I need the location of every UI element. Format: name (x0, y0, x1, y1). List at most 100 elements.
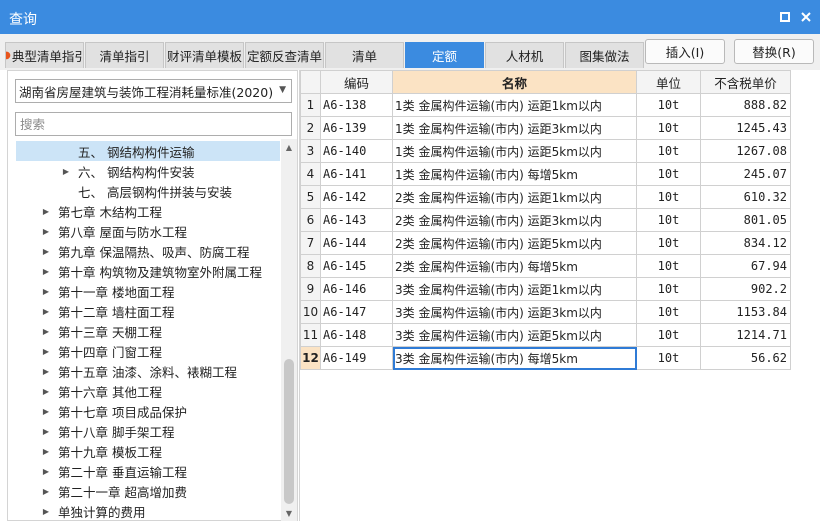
cell-unit[interactable]: 10t (636, 93, 701, 117)
cell-price[interactable]: 834.12 (700, 231, 791, 255)
cell-name[interactable]: 1类 金属构件运输(市内) 运距5km以内 (392, 139, 637, 163)
table-row[interactable]: 4 A6-141 1类 金属构件运输(市内) 每增5km 10t 245.07 (300, 162, 791, 186)
tree-item[interactable]: ▶ 第十九章 模板工程 (16, 441, 280, 461)
standard-select[interactable]: 湖南省房屋建筑与装饰工程消耗量标准(2020) ▼ (15, 79, 292, 103)
cell-unit[interactable]: 10t (636, 162, 701, 186)
chevron-right-icon[interactable]: ▶ (40, 247, 52, 256)
chevron-right-icon[interactable]: ▶ (40, 447, 52, 456)
cell-unit[interactable]: 10t (636, 323, 701, 347)
cell-name[interactable]: 3类 金属构件运输(市内) 运距3km以内 (392, 300, 637, 324)
cell-price[interactable]: 1267.08 (700, 139, 791, 163)
cell-price[interactable]: 801.05 (700, 208, 791, 232)
chevron-right-icon[interactable]: ▶ (40, 367, 52, 376)
table-row[interactable]: 9 A6-146 3类 金属构件运输(市内) 运距1km以内 10t 902.2 (300, 277, 791, 301)
replace-button[interactable]: 替换(R) (734, 39, 814, 64)
cell-name[interactable]: 1类 金属构件运输(市内) 运距3km以内 (392, 116, 637, 140)
chevron-right-icon[interactable]: ▶ (40, 307, 52, 316)
tree-item[interactable]: ▶ 第七章 木结构工程 (16, 201, 280, 221)
cell-name[interactable]: 2类 金属构件运输(市内) 每增5km (392, 254, 637, 278)
cell-name[interactable]: 2类 金属构件运输(市内) 运距1km以内 (392, 185, 637, 209)
row-number[interactable]: 12 (300, 346, 321, 370)
tab-review-template[interactable]: 财评清单模板 (165, 42, 244, 68)
table-row[interactable]: 1 A6-138 1类 金属构件运输(市内) 运距1km以内 10t 888.82 (300, 93, 791, 117)
cell-price[interactable]: 902.2 (700, 277, 791, 301)
cell-unit[interactable]: 10t (636, 185, 701, 209)
cell-code[interactable]: A6-142 (320, 185, 393, 209)
column-header-code[interactable]: 编码 (320, 70, 393, 94)
tree-item[interactable]: ▶ 第十四章 门窗工程 (16, 341, 280, 361)
cell-price[interactable]: 56.62 (700, 346, 791, 370)
column-header-name[interactable]: 名称 (392, 70, 637, 94)
cell-price[interactable]: 610.32 (700, 185, 791, 209)
tree-item[interactable]: ▶ 六、 钢结构构件安装 (16, 161, 280, 181)
cell-price[interactable]: 1214.71 (700, 323, 791, 347)
cell-unit[interactable]: 10t (636, 254, 701, 278)
table-row[interactable]: 5 A6-142 2类 金属构件运输(市内) 运距1km以内 10t 610.32 (300, 185, 791, 209)
row-number[interactable]: 8 (300, 254, 321, 278)
cell-unit[interactable]: 10t (636, 208, 701, 232)
scroll-up-icon[interactable]: ▲ (281, 139, 297, 155)
cell-name[interactable]: 3类 金属构件运输(市内) 运距1km以内 (392, 277, 637, 301)
cell-unit[interactable]: 10t (636, 139, 701, 163)
table-row[interactable]: 10 A6-147 3类 金属构件运输(市内) 运距3km以内 10t 1153.84 (300, 300, 791, 324)
chevron-right-icon[interactable]: ▶ (40, 467, 52, 476)
cell-code[interactable]: A6-143 (320, 208, 393, 232)
tab-quota-reverse-lookup[interactable]: 定额反查清单 (245, 42, 324, 68)
cell-code[interactable]: A6-144 (320, 231, 393, 255)
tree-item[interactable]: ▶ 第十五章 油漆、涂料、裱糊工程 (16, 361, 280, 381)
tree-item[interactable]: ▶ 第十八章 脚手架工程 (16, 421, 280, 441)
tree-item[interactable]: ▶ 第二十一章 超高增加费 (16, 481, 280, 501)
tab-list-guide[interactable]: 清单指引 (85, 42, 164, 68)
chevron-right-icon[interactable]: ▶ (40, 507, 52, 516)
cell-price[interactable]: 888.82 (700, 93, 791, 117)
row-number[interactable]: 5 (300, 185, 321, 209)
tab-list[interactable]: 清单 (325, 42, 404, 68)
tree-item[interactable]: ▶ 第十六章 其他工程 (16, 381, 280, 401)
cell-name[interactable]: 3类 金属构件运输(市内) 运距5km以内 (392, 323, 637, 347)
tab-atlas-practice[interactable]: 图集做法 (565, 42, 644, 68)
tree-item[interactable]: 七、 高层钢构件拼装与安装 (16, 181, 280, 201)
cell-unit[interactable]: 10t (636, 346, 701, 370)
cell-name[interactable]: 1类 金属构件运输(市内) 运距1km以内 (392, 93, 637, 117)
minimize-button[interactable] (776, 8, 794, 26)
cell-name[interactable]: 1类 金属构件运输(市内) 每增5km (392, 162, 637, 186)
row-number[interactable]: 10 (300, 300, 321, 324)
table-row[interactable]: 12 A6-149 3类 金属构件运输(市内) 每增5km 10t 56.62 (300, 346, 791, 370)
row-number[interactable]: 4 (300, 162, 321, 186)
cell-code[interactable]: A6-141 (320, 162, 393, 186)
scroll-thumb[interactable] (284, 359, 294, 504)
tree-item[interactable]: ▶ 第十二章 墙柱面工程 (16, 301, 280, 321)
cell-code[interactable]: A6-139 (320, 116, 393, 140)
row-number[interactable]: 6 (300, 208, 321, 232)
tab-labor-material-machine[interactable]: 人材机 (485, 42, 564, 68)
cell-unit[interactable]: 10t (636, 277, 701, 301)
table-row[interactable]: 11 A6-148 3类 金属构件运输(市内) 运距5km以内 10t 1214.71 (300, 323, 791, 347)
tree-scrollbar[interactable]: ▲ ▼ (281, 139, 297, 521)
row-number[interactable]: 7 (300, 231, 321, 255)
table-row[interactable]: 6 A6-143 2类 金属构件运输(市内) 运距3km以内 10t 801.05 (300, 208, 791, 232)
table-row[interactable]: 8 A6-145 2类 金属构件运输(市内) 每增5km 10t 67.94 (300, 254, 791, 278)
column-header-price[interactable]: 不含税单价 (700, 70, 791, 94)
insert-button[interactable]: 插入(I) (645, 39, 725, 64)
cell-code[interactable]: A6-146 (320, 277, 393, 301)
table-row[interactable]: 2 A6-139 1类 金属构件运输(市内) 运距3km以内 10t 1245.43 (300, 116, 791, 140)
chevron-right-icon[interactable]: ▶ (40, 267, 52, 276)
tab-typical-list-guide[interactable]: ●典型清单指引 (5, 42, 84, 68)
chevron-right-icon[interactable]: ▶ (40, 327, 52, 336)
table-row[interactable]: 3 A6-140 1类 金属构件运输(市内) 运距5km以内 10t 1267.08 (300, 139, 791, 163)
cell-unit[interactable]: 10t (636, 116, 701, 140)
cell-name[interactable]: 3类 金属构件运输(市内) 每增5km (392, 346, 637, 370)
cell-code[interactable]: A6-140 (320, 139, 393, 163)
tree-item[interactable]: ▶ 第九章 保温隔热、吸声、防腐工程 (16, 241, 280, 261)
cell-code[interactable]: A6-149 (320, 346, 393, 370)
chevron-right-icon[interactable]: ▶ (40, 227, 52, 236)
chevron-right-icon[interactable]: ▶ (40, 387, 52, 396)
tree-item[interactable]: ▶ 单独计算的费用 (16, 501, 280, 521)
cell-price[interactable]: 1153.84 (700, 300, 791, 324)
tab-quota[interactable]: 定额 (405, 42, 484, 68)
row-number[interactable]: 9 (300, 277, 321, 301)
chevron-right-icon[interactable]: ▶ (40, 207, 52, 216)
chevron-right-icon[interactable]: ▶ (40, 347, 52, 356)
chevron-right-icon[interactable]: ▶ (40, 427, 52, 436)
chevron-right-icon[interactable]: ▶ (40, 487, 52, 496)
